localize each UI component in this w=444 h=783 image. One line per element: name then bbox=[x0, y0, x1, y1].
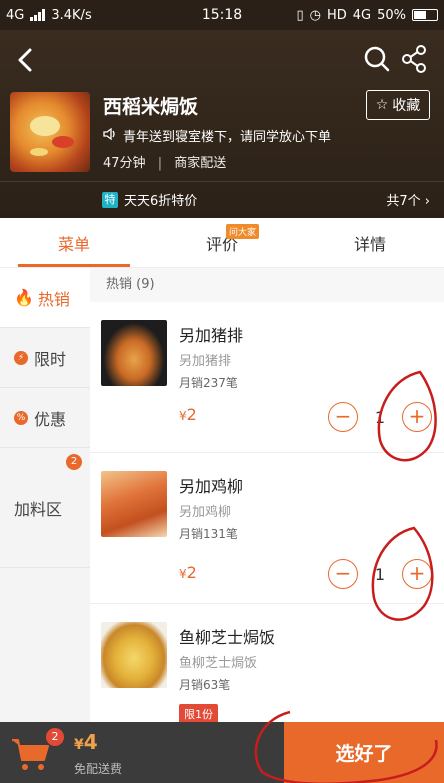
addons-badge: 2 bbox=[66, 454, 82, 470]
list-item[interactable]: 另加猪排 另加猪排 月销237笔 ¥2 − 1 + bbox=[90, 302, 444, 453]
checkout-button[interactable]: 选好了 bbox=[284, 722, 444, 783]
speaker-icon bbox=[103, 127, 117, 145]
plus-button[interactable]: + bbox=[402, 402, 432, 432]
cart-bar: 2 ¥4 免配送费 选好了 bbox=[0, 722, 444, 783]
delivery-time: 47分钟 bbox=[103, 156, 146, 171]
dish-desc: 另加鸡柳 bbox=[179, 505, 232, 520]
status-bar: 4G 3.4K/s 15:18 ▯ ◷ HD 4G 50% bbox=[0, 0, 444, 30]
menu-list: 热销 (9) 另加猪排 另加猪排 月销237笔 ¥2 − 1 + 另加鸡柳 另加… bbox=[90, 268, 444, 722]
delivery-type: 商家配送 bbox=[174, 156, 227, 171]
dish-sales: 月销63笔 bbox=[179, 678, 231, 692]
promo-count: 共7个 › bbox=[386, 194, 430, 209]
dish-name: 鱼柳芝士焗饭 bbox=[179, 628, 276, 647]
minus-button[interactable]: − bbox=[328, 402, 358, 432]
sidebar-item-limited[interactable]: ⚡ 限时 bbox=[0, 328, 90, 388]
flame-icon: 🔥 bbox=[14, 288, 34, 307]
shop-notice: 青年送到寝室楼下，请同学放心下单 bbox=[103, 126, 331, 145]
sidebar-item-addons[interactable]: 加料区 2 bbox=[0, 448, 90, 568]
quantity-stepper: − 1 + bbox=[328, 402, 432, 432]
battery-icon bbox=[412, 9, 438, 21]
free-delivery-label: 免配送费 bbox=[74, 762, 123, 776]
cart-count-badge: 2 bbox=[46, 728, 64, 746]
dish-desc: 另加猪排 bbox=[179, 354, 232, 369]
hd-label: HD bbox=[326, 7, 347, 23]
network-label: 4G bbox=[6, 7, 25, 23]
signal-icon bbox=[30, 9, 46, 21]
favorite-label: 收藏 bbox=[392, 98, 421, 114]
shop-header: 西稻米焗饭 ☆ 收藏 青年送到寝室楼下，请同学放心下单 47分钟 | 商家配送 … bbox=[0, 30, 444, 218]
list-item[interactable]: 鱼柳芝士焗饭 鱼柳芝士焗饭 月销63笔 限1份 bbox=[90, 604, 444, 722]
plus-button[interactable]: + bbox=[402, 559, 432, 589]
chevron-right-icon: › bbox=[424, 194, 430, 209]
tab-menu[interactable]: 菜单 bbox=[0, 218, 148, 267]
battery-percent: 50% bbox=[377, 7, 406, 23]
percent-icon: % bbox=[14, 410, 28, 425]
minus-button[interactable]: − bbox=[328, 559, 358, 589]
cart-total: ¥4 bbox=[74, 730, 98, 754]
delivery-meta: 47分钟 | 商家配送 bbox=[103, 152, 226, 171]
notice-text: 青年送到寝室楼下，请同学放心下单 bbox=[123, 130, 332, 145]
dish-image bbox=[101, 471, 167, 537]
promo-tag: 特 bbox=[102, 191, 118, 208]
promo-text: 天天6折特价 bbox=[124, 194, 198, 209]
tab-details[interactable]: 详情 bbox=[296, 218, 444, 267]
section-title: 热销 (9) bbox=[90, 268, 444, 302]
alarm-icon: ◷ bbox=[309, 7, 321, 23]
dish-sales: 月销131笔 bbox=[179, 527, 238, 541]
dish-sales: 月销237笔 bbox=[179, 376, 238, 390]
dish-desc: 鱼柳芝士焗饭 bbox=[179, 656, 258, 671]
meta-divider: | bbox=[157, 156, 163, 171]
nav-bar bbox=[0, 42, 444, 78]
tab-reviews[interactable]: 评价 问大家 bbox=[148, 218, 296, 267]
promo-row[interactable]: 特 天天6折特价 共7个 › bbox=[0, 181, 444, 217]
quantity-stepper: − 1 + bbox=[328, 559, 432, 589]
category-sidebar: 🔥 热销 ⚡ 限时 % 优惠 加料区 2 bbox=[0, 268, 90, 722]
sidebar-item-discount[interactable]: % 优惠 bbox=[0, 388, 90, 448]
tab-bar: 菜单 评价 问大家 详情 bbox=[0, 218, 444, 268]
quantity-value: 1 bbox=[374, 564, 386, 584]
dish-image bbox=[101, 320, 167, 386]
back-icon[interactable] bbox=[14, 46, 38, 74]
network2-label: 4G bbox=[352, 7, 372, 23]
dish-price: ¥2 bbox=[179, 563, 197, 582]
dish-name: 另加鸡柳 bbox=[179, 477, 244, 496]
search-icon[interactable] bbox=[362, 44, 392, 74]
limit-badge: 限1份 bbox=[179, 704, 218, 722]
dish-name: 另加猪排 bbox=[179, 326, 244, 345]
shop-name: 西稻米焗饭 bbox=[103, 96, 199, 118]
dish-price: ¥2 bbox=[179, 405, 197, 424]
sidebar-item-hot[interactable]: 🔥 热销 bbox=[0, 268, 90, 328]
list-item[interactable]: 另加鸡柳 另加鸡柳 月销131笔 ¥2 − 1 + bbox=[90, 453, 444, 604]
quantity-value: 1 bbox=[374, 407, 386, 427]
lightning-icon: ⚡ bbox=[14, 350, 28, 365]
shop-logo bbox=[10, 92, 90, 172]
net-speed: 3.4K/s bbox=[51, 7, 92, 23]
share-icon[interactable] bbox=[400, 44, 428, 74]
vibrate-icon: ▯ bbox=[296, 7, 304, 23]
ask-badge: 问大家 bbox=[226, 224, 260, 239]
favorite-button[interactable]: ☆ 收藏 bbox=[366, 90, 430, 120]
dish-image bbox=[101, 622, 167, 688]
star-icon: ☆ bbox=[375, 97, 389, 113]
